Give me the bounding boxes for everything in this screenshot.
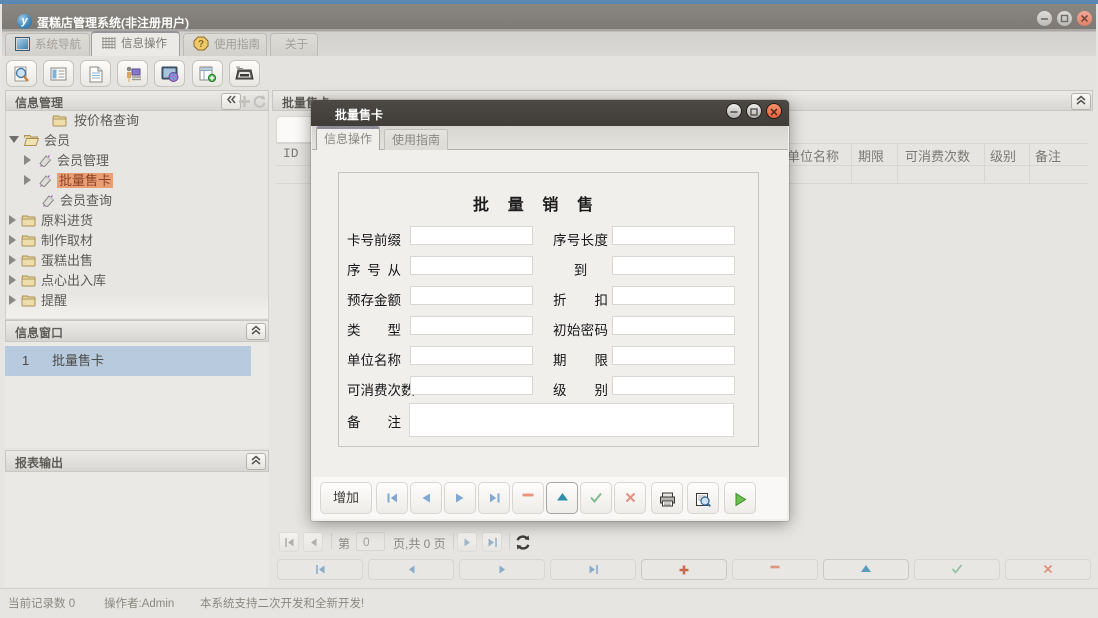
svg-text:?: ?	[198, 39, 204, 50]
